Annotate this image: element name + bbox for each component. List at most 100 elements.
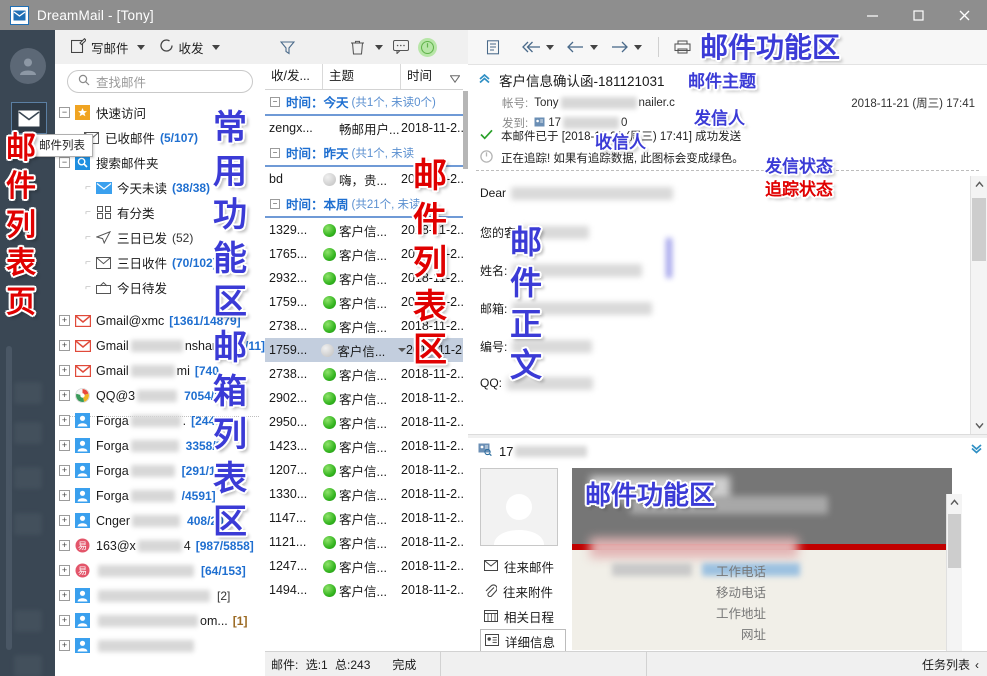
mail-row[interactable]: 2932... 客户信... 2018-11-2... xyxy=(265,266,468,290)
filter-icon[interactable] xyxy=(275,35,299,59)
mail-row[interactable]: 1329... 客户信... 2018-11-2... xyxy=(265,218,468,242)
account-node-2[interactable]: + Gmail nshan... [2/11] xyxy=(55,333,265,358)
reply-icon[interactable] xyxy=(518,34,544,60)
expander-icon[interactable]: + xyxy=(59,415,70,426)
expander-icon[interactable]: + xyxy=(59,465,70,476)
expander-icon[interactable]: + xyxy=(59,315,70,326)
print-icon[interactable] xyxy=(669,34,695,60)
expander-icon[interactable]: + xyxy=(59,390,70,401)
mail-group-header[interactable]: − 时间：昨天 (共1个, 未读 xyxy=(265,140,468,167)
close-button[interactable] xyxy=(941,0,987,30)
mail-detail-icon[interactable] xyxy=(480,34,506,60)
expander-icon[interactable]: + xyxy=(59,515,70,526)
search-mail-input[interactable]: 查找邮件 xyxy=(67,70,253,93)
compose-dropdown-icon[interactable] xyxy=(136,44,145,50)
reply-all-icon[interactable] xyxy=(562,34,588,60)
tree-node-4[interactable]: ⌐ 三日收件 (70/102) xyxy=(55,250,265,275)
scroll-down-icon[interactable] xyxy=(971,417,987,434)
forward-dropdown-icon[interactable] xyxy=(634,44,642,50)
group-collapse-icon[interactable]: − xyxy=(270,198,280,209)
expander-icon[interactable]: + xyxy=(59,590,70,601)
mail-row[interactable]: 1121... 客户信... 2018-11-2... xyxy=(265,530,468,554)
account-node-5[interactable]: + Forga. [2446 xyxy=(55,408,265,433)
account-node-12[interactable]: + [2] xyxy=(55,583,265,608)
expander-icon[interactable]: + xyxy=(59,640,70,651)
column-header-subject[interactable]: 主题 xyxy=(323,64,401,89)
rail-item-mail-list[interactable] xyxy=(11,102,47,134)
comment-icon[interactable] xyxy=(389,35,413,59)
task-list-chevron-icon[interactable]: ‹ xyxy=(975,658,979,672)
group-collapse-icon[interactable]: − xyxy=(270,147,280,158)
mail-row[interactable]: 1765... 客户信... 2018-11-2... xyxy=(265,242,468,266)
mail-row[interactable]: 1330... 客户信... 2018-11-2... xyxy=(265,482,468,506)
account-node-7[interactable]: + Forga [291/13 xyxy=(55,458,265,483)
expander-icon[interactable]: + xyxy=(59,615,70,626)
expander-icon[interactable]: + xyxy=(59,490,70,501)
contact-card-scrollbar[interactable] xyxy=(946,494,962,672)
mail-row[interactable]: 2738... 客户信... 2018-11-2... xyxy=(265,362,468,386)
tree-node-quick-access[interactable]: − 快速访问 xyxy=(55,100,265,125)
reply-dropdown-icon[interactable] xyxy=(546,44,554,50)
contact-tab-1[interactable]: 往来邮件 xyxy=(480,554,566,579)
expander-icon[interactable]: + xyxy=(59,565,70,576)
mail-row[interactable]: 1207... 客户信... 2018-11-2... xyxy=(265,458,468,482)
account-node-14[interactable]: + xyxy=(55,633,265,658)
tree-node-3[interactable]: ⌐ 三日已发 (52) xyxy=(55,225,265,250)
reply-all-dropdown-icon[interactable] xyxy=(590,44,598,50)
mail-row[interactable]: 1759... 客户信... 2018-11-2... xyxy=(265,338,468,362)
scroll-thumb[interactable] xyxy=(948,514,961,568)
expander-icon[interactable]: + xyxy=(59,365,70,376)
mail-row[interactable]: 1147... 客户信... 2018-11-2... xyxy=(265,506,468,530)
expander-icon[interactable]: + xyxy=(59,340,70,351)
account-node-11[interactable]: + 易 [64/153] xyxy=(55,558,265,583)
mail-row[interactable]: 1423... 客户信... 2018-11-2... xyxy=(265,434,468,458)
account-node-4[interactable]: + QQ@3 7054/11 xyxy=(55,383,265,408)
send-receive-dropdown-icon[interactable] xyxy=(211,44,220,50)
rail-scrollbar[interactable] xyxy=(6,346,12,650)
rail-item-contacts-icon[interactable] xyxy=(14,382,42,404)
chevron-up-double-icon[interactable] xyxy=(478,72,491,88)
tree-node-2[interactable]: ⌐ 有分类 xyxy=(55,200,265,225)
maximize-button[interactable] xyxy=(895,0,941,30)
send-receive-button[interactable]: 收发 xyxy=(155,33,208,61)
expander-icon[interactable]: − xyxy=(59,107,70,118)
mail-group-header[interactable]: − 时间：本周 (共21个, 未读 xyxy=(265,191,468,218)
mail-row[interactable]: zengx... 畅邮用户... 2018-11-2... xyxy=(265,116,468,140)
mail-body[interactable]: Dear 您的客 姓名: 邮箱: 编号: QQ: xyxy=(468,176,987,434)
expander-icon[interactable]: − xyxy=(59,157,70,168)
rail-item-edit-icon[interactable] xyxy=(14,513,42,535)
tree-node-5[interactable]: ⌐ 今日待发 xyxy=(55,275,265,300)
body-scrollbar[interactable] xyxy=(970,176,987,434)
mail-row[interactable]: 2902... 客户信... 2018-11-2... xyxy=(265,386,468,410)
trash-icon[interactable] xyxy=(345,35,369,59)
mail-group-header[interactable]: − 时间：今天 (共1个, 未读0个) xyxy=(265,89,468,116)
mail-row[interactable]: 2950... 客户信... 2018-11-2... xyxy=(265,410,468,434)
rail-item-notes-icon[interactable] xyxy=(14,467,42,489)
compose-button[interactable]: 写邮件 xyxy=(67,33,133,61)
mail-row[interactable]: 1759... 客户信... 2018-11-2... xyxy=(265,290,468,314)
account-node-6[interactable]: + Forga 3358/5 xyxy=(55,433,265,458)
delete-dropdown-icon[interactable] xyxy=(375,44,383,50)
mail-row[interactable]: bd 嗨，贵... 2018-11-2... xyxy=(265,167,468,191)
account-node-1[interactable]: + Gmail@xmc [1361/14879] xyxy=(55,308,265,333)
sort-desc-icon[interactable] xyxy=(449,72,461,86)
account-node-13[interactable]: + om... [1] xyxy=(55,608,265,633)
mail-row[interactable]: 1494... 客户信... 2018-11-2... xyxy=(265,578,468,602)
account-node-9[interactable]: + Cnger 408/20 xyxy=(55,508,265,533)
track-green-icon[interactable] xyxy=(415,35,439,59)
scroll-up-icon[interactable] xyxy=(971,176,987,193)
expander-icon[interactable]: + xyxy=(59,440,70,451)
account-node-10[interactable]: + 易 163@x 4 [987/5858] xyxy=(55,533,265,558)
status-right[interactable]: 任务列表 ‹ xyxy=(922,656,979,673)
account-node-3[interactable]: + Gmail mi [740 xyxy=(55,358,265,383)
scroll-thumb[interactable] xyxy=(972,198,986,261)
account-node-8[interactable]: + Forga/4591] xyxy=(55,483,265,508)
rail-item-calendar-icon[interactable] xyxy=(14,422,42,444)
group-collapse-icon[interactable]: − xyxy=(270,96,280,107)
mail-row[interactable]: 2738... 客户信... 2018-11-2... xyxy=(265,314,468,338)
contact-tab-2[interactable]: 往来附件 xyxy=(480,579,566,604)
user-avatar-icon[interactable] xyxy=(10,48,46,84)
rail-item-tools-icon[interactable] xyxy=(14,610,42,632)
column-header-from[interactable]: 收/发... xyxy=(265,64,323,89)
scroll-up-icon[interactable] xyxy=(947,494,962,510)
